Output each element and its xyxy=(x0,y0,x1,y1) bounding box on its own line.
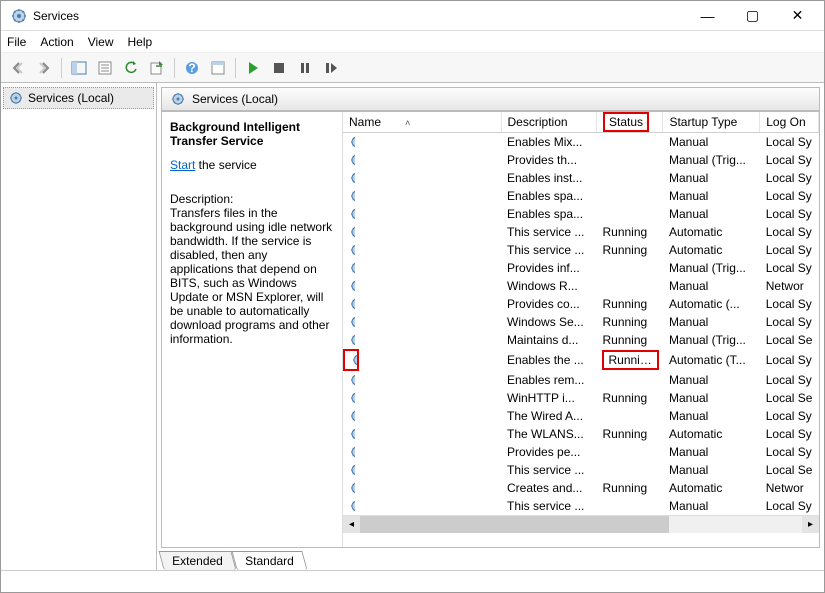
start-service-button[interactable] xyxy=(242,57,264,79)
gear-icon xyxy=(170,91,186,107)
service-name-cell[interactable]: Windows Time xyxy=(343,331,355,349)
menu-file[interactable]: File xyxy=(7,35,26,49)
table-row[interactable]: Windows PushToInstall Serv...Provides in… xyxy=(343,259,819,277)
menu-view[interactable]: View xyxy=(88,35,114,49)
table-row[interactable]: Windows Update Medic Ser...Enables rem..… xyxy=(343,371,819,389)
table-row[interactable]: Wired AutoConfigThe Wired A...ManualLoca… xyxy=(343,407,819,425)
table-row[interactable]: WLAN AutoConfigThe WLANS...RunningAutoma… xyxy=(343,425,819,443)
service-name-cell[interactable]: Workstation xyxy=(343,479,355,497)
table-row[interactable]: WMI Performance AdapterProvides pe...Man… xyxy=(343,443,819,461)
properties2-button[interactable] xyxy=(207,57,229,79)
window-title: Services xyxy=(33,9,685,23)
column-logon[interactable]: Log On xyxy=(760,112,819,133)
list-header: Services (Local) xyxy=(161,87,820,111)
tree-item-label: Services (Local) xyxy=(28,91,114,105)
service-name-cell[interactable]: Wired AutoConfig xyxy=(343,407,355,425)
svg-text:?: ? xyxy=(188,61,195,75)
table-row[interactable]: WWAN AutoConfigThis service ...ManualLoc… xyxy=(343,497,819,515)
table-row[interactable]: Windows Push Notificatio...This service … xyxy=(343,223,819,241)
restart-service-button[interactable] xyxy=(320,57,342,79)
tree-pane: Services (Local) xyxy=(1,83,157,570)
service-name-cell[interactable]: Windows Mobile Hotspot S... xyxy=(343,151,355,169)
horizontal-scrollbar[interactable]: ◂ ▸ xyxy=(343,515,819,532)
table-row[interactable]: WinHTTP Web Proxy Auto-...WinHTTP i...Ru… xyxy=(343,389,819,407)
toolbar: ? xyxy=(1,53,824,83)
service-name-cell[interactable]: Work Folders xyxy=(343,461,355,479)
selected-service-title: Background Intelligent Transfer Service xyxy=(170,120,334,148)
table-row[interactable]: Windows UpdateEnables the ...RunningAuto… xyxy=(343,349,819,371)
table-row[interactable]: Windows Perception Simul...Enables spa..… xyxy=(343,205,819,223)
start-link[interactable]: Start xyxy=(170,158,195,172)
table-row[interactable]: Windows Modules InstallerEnables inst...… xyxy=(343,169,819,187)
export-button[interactable] xyxy=(146,57,168,79)
service-name-cell[interactable]: Windows PushToInstall Serv... xyxy=(343,259,355,277)
tab-standard[interactable]: Standard xyxy=(231,551,307,570)
service-name-cell[interactable]: Windows Perception Simul... xyxy=(343,205,355,223)
service-action: Start the service xyxy=(170,158,334,172)
tab-extended[interactable]: Extended xyxy=(158,551,236,570)
table-row[interactable]: Windows Remote Manage...Windows R...Manu… xyxy=(343,277,819,295)
description-text: Transfers files in the background using … xyxy=(170,206,334,346)
table-row[interactable]: Windows Security ServiceWindows Se...Run… xyxy=(343,313,819,331)
table-row[interactable]: WorkstationCreates and...RunningAutomati… xyxy=(343,479,819,497)
show-hide-tree-button[interactable] xyxy=(68,57,90,79)
service-name-cell[interactable]: WinHTTP Web Proxy Auto-... xyxy=(343,389,355,407)
app-icon xyxy=(11,8,27,24)
table-row[interactable]: Windows Mobile Hotspot S...Provides th..… xyxy=(343,151,819,169)
minimize-button[interactable]: — xyxy=(685,2,730,30)
table-row[interactable]: Work FoldersThis service ...ManualLocal … xyxy=(343,461,819,479)
service-name-cell[interactable]: Windows Security Service xyxy=(343,313,355,331)
maximize-button[interactable]: ▢ xyxy=(730,2,775,30)
detail-pane: Background Intelligent Transfer Service … xyxy=(162,112,342,547)
table-row[interactable]: Windows SearchProvides co...RunningAutom… xyxy=(343,295,819,313)
refresh-button[interactable] xyxy=(120,57,142,79)
table-row[interactable]: Windows Perception ServiceEnables spa...… xyxy=(343,187,819,205)
scroll-left-icon[interactable]: ◂ xyxy=(343,516,360,533)
column-description[interactable]: Description xyxy=(501,112,596,133)
table-row[interactable]: Windows Mixed Reality Op...Enables Mix..… xyxy=(343,133,819,152)
service-name-cell[interactable]: Windows Search xyxy=(343,295,355,313)
table-row[interactable]: Windows Push Notificatio...This service … xyxy=(343,241,819,259)
statusbar xyxy=(1,570,824,592)
tree-item-services-local[interactable]: Services (Local) xyxy=(3,87,154,109)
service-table[interactable]: Name˄ Description Status Startup Type Lo… xyxy=(342,112,819,547)
properties-button[interactable] xyxy=(94,57,116,79)
service-name-cell[interactable]: Windows Remote Manage... xyxy=(343,277,355,295)
menubar: File Action View Help xyxy=(1,31,824,53)
service-name-cell[interactable]: Windows Perception Service xyxy=(343,187,355,205)
close-button[interactable]: ✕ xyxy=(775,2,820,30)
description-label: Description: xyxy=(170,192,334,206)
titlebar: Services — ▢ ✕ xyxy=(1,1,824,31)
service-name-cell[interactable]: Windows Update xyxy=(343,349,359,371)
column-startup[interactable]: Startup Type xyxy=(663,112,760,133)
sort-indicator-icon: ˄ xyxy=(405,118,410,128)
tabs: Extended Standard xyxy=(157,548,824,570)
forward-button[interactable] xyxy=(33,57,55,79)
list-header-label: Services (Local) xyxy=(192,92,278,106)
help-button[interactable]: ? xyxy=(181,57,203,79)
service-name-cell[interactable]: Windows Modules Installer xyxy=(343,169,355,187)
menu-help[interactable]: Help xyxy=(128,35,153,49)
column-name[interactable]: Name˄ xyxy=(343,112,501,133)
service-name-cell[interactable]: Windows Update Medic Ser... xyxy=(343,371,355,389)
service-name-cell[interactable]: Windows Mixed Reality Op... xyxy=(343,133,355,151)
service-name-cell[interactable]: WWAN AutoConfig xyxy=(343,497,355,515)
service-name-cell[interactable]: WLAN AutoConfig xyxy=(343,425,355,443)
service-name-cell[interactable]: WMI Performance Adapter xyxy=(343,443,355,461)
stop-service-button[interactable] xyxy=(268,57,290,79)
column-status[interactable]: Status xyxy=(596,112,662,133)
menu-action[interactable]: Action xyxy=(40,35,73,49)
pause-service-button[interactable] xyxy=(294,57,316,79)
service-name-cell[interactable]: Windows Push Notificatio... xyxy=(343,223,355,241)
table-row[interactable]: Windows TimeMaintains d...RunningManual … xyxy=(343,331,819,349)
service-name-cell[interactable]: Windows Push Notificatio... xyxy=(343,241,355,259)
scroll-right-icon[interactable]: ▸ xyxy=(802,516,819,533)
back-button[interactable] xyxy=(7,57,29,79)
